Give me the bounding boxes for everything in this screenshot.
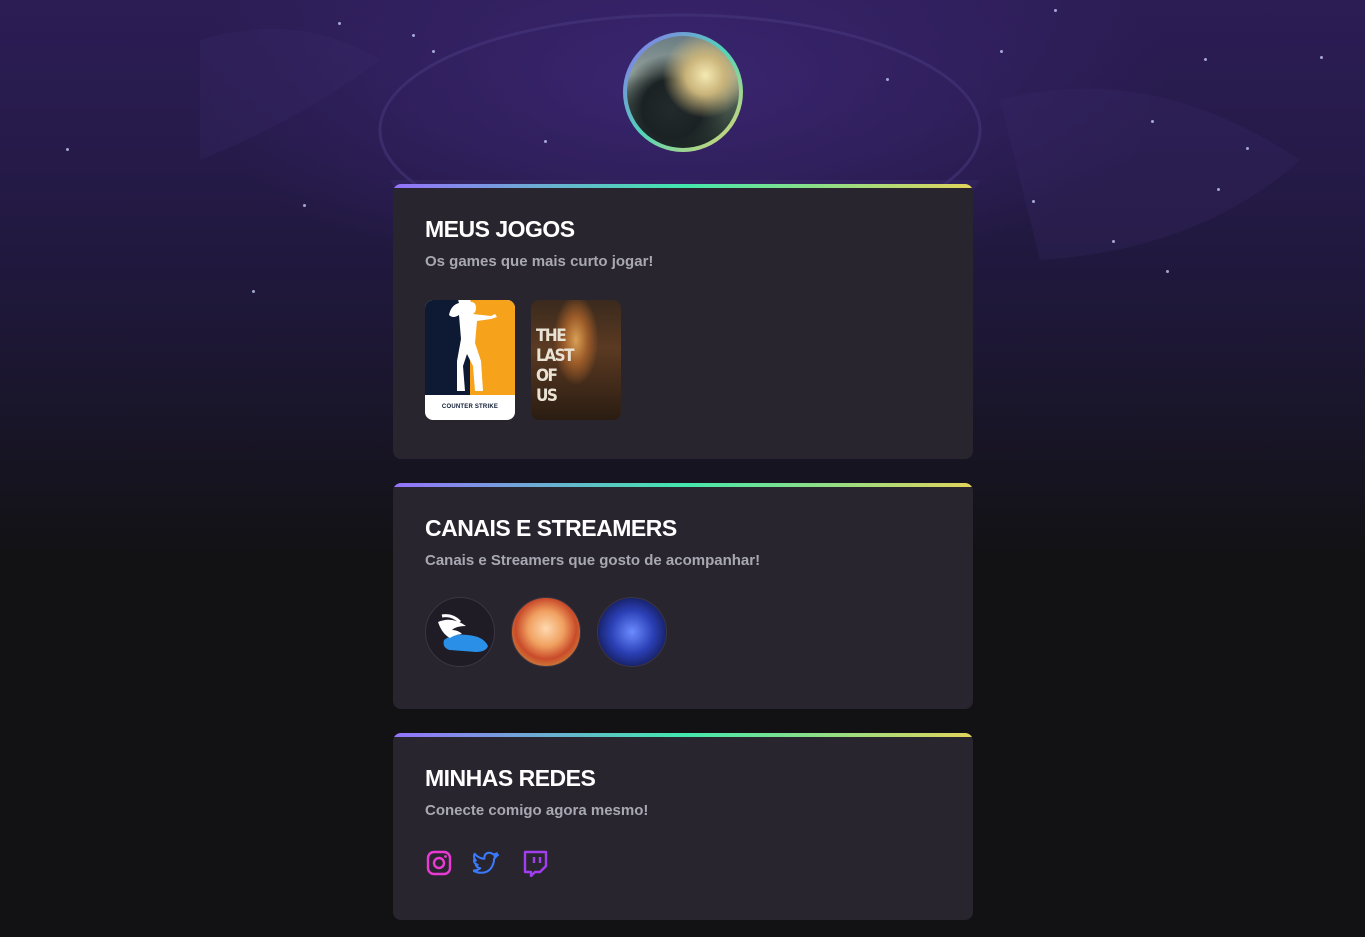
profile-avatar	[627, 36, 739, 148]
social-card: MINHAS REDES Conecte comigo agora mesmo!	[393, 733, 973, 920]
social-links	[425, 849, 941, 877]
games-card-title: MEUS JOGOS	[425, 216, 575, 242]
the-last-of-us-logo: THE LAST OF US	[536, 326, 575, 406]
streamers-card-subtitle: Canais e Streamers que gosto de acompanh…	[425, 552, 761, 569]
streamers-list	[425, 597, 941, 667]
game-cover-the-last-of-us[interactable]: THE LAST OF US	[531, 300, 621, 420]
streamer-avatar-1[interactable]	[425, 597, 495, 667]
games-card: MEUS JOGOS Os games que mais curto jogar…	[393, 184, 973, 459]
social-card-subtitle: Conecte comigo agora mesmo!	[425, 802, 649, 819]
streamer-avatar-3[interactable]	[597, 597, 667, 667]
profile-avatar-ring	[623, 32, 743, 152]
soldier-silhouette-icon	[449, 300, 497, 391]
streamers-card: CANAIS E STREAMERS Canais e Streamers qu…	[393, 483, 973, 709]
games-card-subtitle: Os games que mais curto jogar!	[425, 253, 654, 270]
streamer-avatar-2[interactable]	[511, 597, 581, 667]
twitter-icon[interactable]	[473, 849, 501, 877]
games-list: COUNTER STRIKE THE LAST OF US	[425, 300, 941, 420]
twitch-icon[interactable]	[521, 849, 549, 877]
winged-shoe-icon	[438, 614, 488, 652]
game-cover-counter-strike[interactable]: COUNTER STRIKE	[425, 300, 515, 420]
streamers-card-title: CANAIS E STREAMERS	[425, 515, 677, 541]
social-card-title: MINHAS REDES	[425, 765, 596, 791]
instagram-icon[interactable]	[425, 849, 453, 877]
counter-strike-logo: COUNTER STRIKE	[441, 404, 499, 410]
